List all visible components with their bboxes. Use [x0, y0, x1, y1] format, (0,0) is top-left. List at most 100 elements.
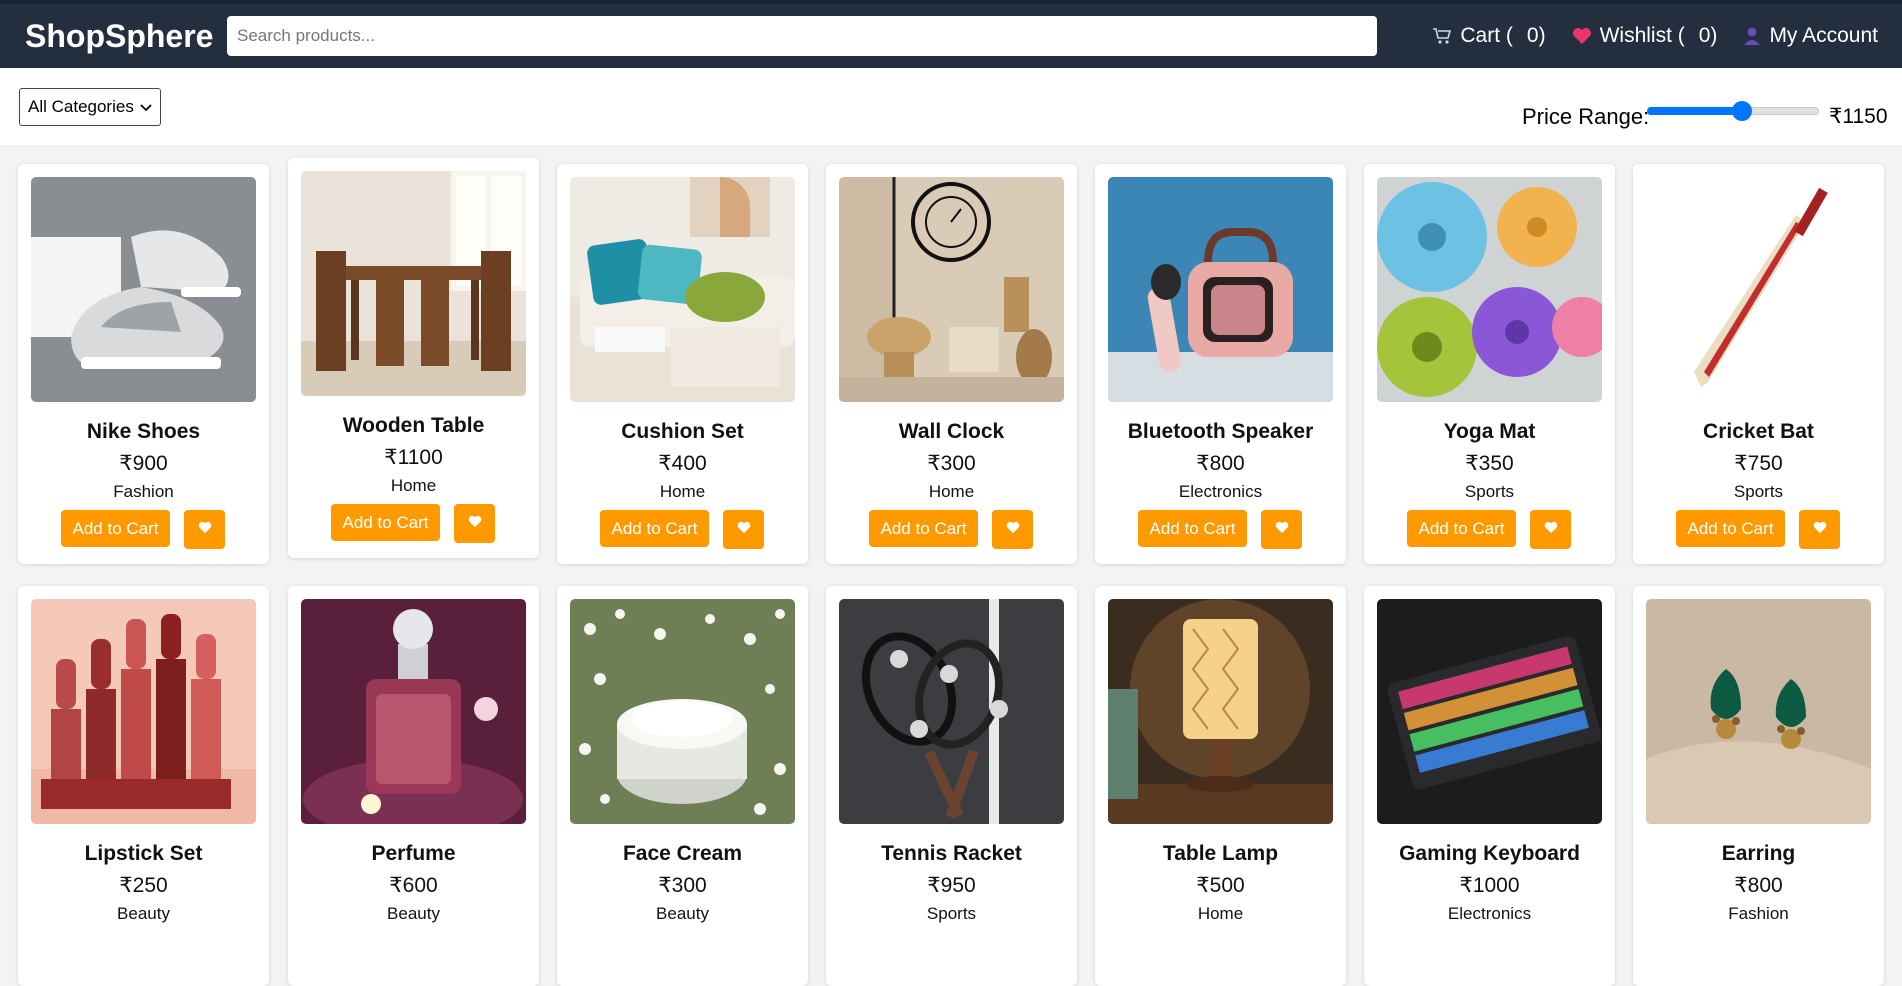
product-image[interactable]	[1108, 599, 1333, 824]
brand-logo[interactable]: ShopSphere	[25, 18, 213, 55]
product-image[interactable]	[1646, 599, 1871, 824]
product-name: Face Cream	[622, 842, 743, 865]
product-price: ₹750	[1734, 452, 1783, 475]
product-image[interactable]	[301, 171, 526, 396]
product-image[interactable]	[31, 177, 256, 402]
account-label: My Account	[1769, 24, 1878, 47]
wishlist-button[interactable]	[992, 510, 1033, 549]
product-category: Beauty	[117, 904, 170, 923]
product-card: Cricket Bat ₹750 Sports Add to Cart	[1633, 164, 1884, 564]
product-price: ₹250	[119, 874, 168, 897]
product-category: Beauty	[656, 904, 709, 923]
product-card: Face Cream ₹300 Beauty	[557, 586, 808, 986]
product-name: Table Lamp	[1162, 842, 1279, 865]
add-to-cart-button[interactable]: Add to Cart	[600, 510, 709, 547]
product-image[interactable]	[1377, 177, 1602, 402]
add-to-cart-button[interactable]: Add to Cart	[61, 510, 170, 547]
product-name: Bluetooth Speaker	[1127, 420, 1314, 443]
product-name: Wall Clock	[898, 420, 1005, 443]
category-select[interactable]: All Categories	[19, 88, 161, 126]
price-range-value: ₹1150	[1829, 105, 1888, 128]
heart-icon	[1006, 521, 1020, 539]
product-name: Yoga Mat	[1443, 420, 1536, 443]
account-link[interactable]: My Account	[1743, 24, 1878, 48]
product-price: ₹350	[1465, 452, 1514, 475]
product-price: ₹300	[658, 874, 707, 897]
wishlist-label: Wishlist (	[1599, 24, 1685, 47]
heart-icon	[1275, 521, 1289, 539]
wishlist-link[interactable]: Wishlist ( 0)	[1572, 24, 1718, 48]
nav-links: Cart ( 0) Wishlist ( 0) My Account	[1432, 24, 1878, 48]
add-to-cart-button[interactable]: Add to Cart	[1407, 510, 1516, 547]
product-card: Tennis Racket ₹950 Sports	[826, 586, 1077, 986]
product-image[interactable]	[301, 599, 526, 824]
filter-bar: All Categories Price Range: ₹1150	[0, 68, 1902, 145]
product-name: Gaming Keyboard	[1399, 842, 1580, 865]
product-name: Tennis Racket	[881, 842, 1022, 865]
heart-icon	[737, 521, 751, 539]
product-category: Home	[1197, 904, 1244, 923]
product-image[interactable]	[570, 599, 795, 824]
heart-icon	[468, 515, 482, 533]
user-icon	[1743, 26, 1761, 46]
slider-thumb[interactable]	[1731, 101, 1752, 121]
product-image[interactable]	[839, 599, 1064, 824]
product-card: Lipstick Set ₹250 Beauty	[18, 586, 269, 986]
product-price: ₹800	[1734, 874, 1783, 897]
product-price: ₹300	[927, 452, 976, 475]
product-price: ₹950	[927, 874, 976, 897]
cart-link[interactable]: Cart ( 0)	[1432, 24, 1546, 48]
product-category: Home	[928, 482, 975, 501]
cart-label: Cart (	[1460, 24, 1513, 47]
wishlist-button[interactable]	[1799, 510, 1840, 549]
product-card: Earring ₹800 Fashion	[1633, 586, 1884, 986]
product-image[interactable]	[1108, 177, 1333, 402]
product-card: Wooden Table ₹1100 Home Add to Cart	[288, 158, 539, 558]
wishlist-button[interactable]	[723, 510, 764, 549]
product-name: Nike Shoes	[86, 420, 201, 443]
product-image[interactable]	[1646, 177, 1871, 402]
search-input[interactable]	[227, 16, 1377, 56]
product-name: Cushion Set	[621, 420, 744, 443]
product-image[interactable]	[31, 599, 256, 824]
product-image[interactable]	[570, 177, 795, 402]
product-price: ₹1100	[384, 446, 443, 469]
add-to-cart-button[interactable]: Add to Cart	[869, 510, 978, 547]
product-card: Wall Clock ₹300 Home Add to Cart	[826, 164, 1077, 564]
price-range-slider[interactable]	[1647, 101, 1819, 121]
add-to-cart-button[interactable]: Add to Cart	[1138, 510, 1247, 547]
cart-count: 0)	[1526, 24, 1546, 47]
product-category: Sports	[1733, 482, 1784, 501]
heart-icon	[1572, 27, 1592, 45]
add-to-cart-button[interactable]: Add to Cart	[331, 504, 440, 541]
wishlist-button[interactable]	[184, 510, 225, 549]
navbar: ShopSphere Cart ( 0) Wishlist ( 0) My Ac…	[0, 0, 1902, 68]
product-card: Bluetooth Speaker ₹800 Electronics Add t…	[1095, 164, 1346, 564]
wishlist-button[interactable]	[454, 504, 495, 543]
wishlist-count: 0)	[1698, 24, 1718, 47]
product-price: ₹500	[1196, 874, 1245, 897]
product-category: Home	[390, 476, 437, 495]
slider-fill	[1647, 107, 1742, 115]
heart-icon	[1544, 521, 1558, 539]
product-card: Gaming Keyboard ₹1000 Electronics	[1364, 586, 1615, 986]
product-price: ₹400	[658, 452, 707, 475]
product-price: ₹900	[119, 452, 168, 475]
product-image[interactable]	[839, 177, 1064, 402]
product-card: Table Lamp ₹500 Home	[1095, 586, 1346, 986]
product-price: ₹1000	[1459, 874, 1520, 897]
product-image[interactable]	[1377, 599, 1602, 824]
product-category: Electronics	[1178, 482, 1263, 501]
product-card: Cushion Set ₹400 Home Add to Cart	[557, 164, 808, 564]
product-name: Wooden Table	[342, 414, 485, 437]
category-selected: All Categories	[28, 97, 134, 116]
wishlist-button[interactable]	[1530, 510, 1571, 549]
add-to-cart-button[interactable]: Add to Cart	[1676, 510, 1785, 547]
product-category: Sports	[1464, 482, 1515, 501]
wishlist-button[interactable]	[1261, 510, 1302, 549]
cart-icon	[1432, 27, 1452, 45]
product-name: Earring	[1721, 842, 1796, 865]
product-category: Fashion	[113, 482, 174, 501]
product-card: Nike Shoes ₹900 Fashion Add to Cart	[18, 164, 269, 564]
product-category: Home	[659, 482, 706, 501]
